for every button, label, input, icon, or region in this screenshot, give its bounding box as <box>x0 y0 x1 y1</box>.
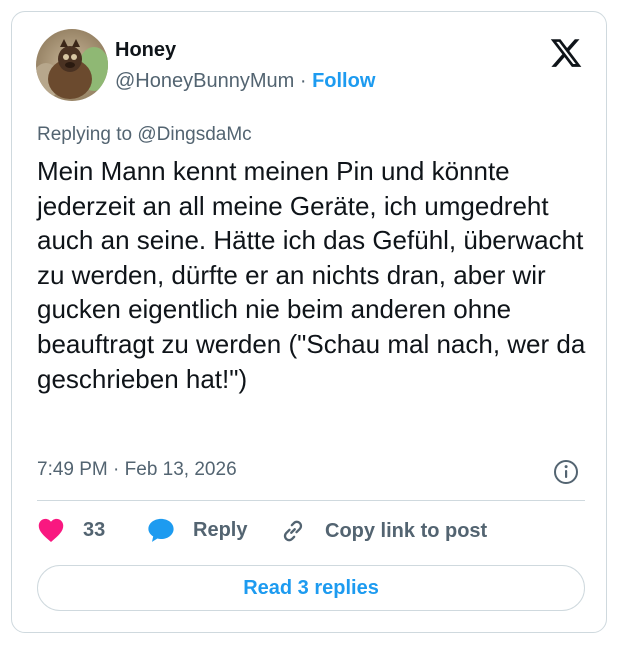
reply-label: Reply <box>193 518 248 541</box>
tweet-card: Honey @HoneyBunnyMum · Follow Replying t… <box>11 11 607 633</box>
reply-button[interactable]: Reply <box>147 517 247 543</box>
link-icon <box>283 520 303 542</box>
tweet-time: 7:49 PM <box>37 459 108 480</box>
replying-to: Replying to @DingsdaMc <box>37 124 252 146</box>
like-button[interactable]: 33 <box>37 517 105 543</box>
x-logo-icon[interactable] <box>549 36 583 70</box>
action-bar: 33 Reply Copy link to post <box>37 517 585 547</box>
follow-button[interactable]: Follow <box>312 70 375 92</box>
avatar[interactable] <box>36 29 108 101</box>
tweet-date: Feb 13, 2026 <box>124 459 237 480</box>
like-count: 33 <box>83 518 106 541</box>
replying-target-link[interactable]: @DingsdaMc <box>137 124 251 145</box>
copy-link-label: Copy link to post <box>325 519 488 542</box>
info-icon[interactable] <box>553 459 579 485</box>
author-name[interactable]: Honey <box>115 39 176 62</box>
read-replies-button[interactable]: Read 3 replies <box>37 565 585 611</box>
timestamp-separator: · <box>107 459 125 480</box>
copy-link-button[interactable]: Copy link to post <box>279 517 487 545</box>
replying-prefix: Replying to <box>37 124 138 145</box>
speech-bubble-icon <box>148 518 174 542</box>
heart-icon <box>38 518 64 543</box>
tweet-text: Mein Mann kennt meinen Pin und könnte je… <box>37 156 586 394</box>
divider <box>37 500 585 501</box>
tweet-timestamp[interactable]: 7:49 PM · Feb 13, 2026 <box>37 459 237 481</box>
author-handle[interactable]: @HoneyBunnyMum <box>115 70 294 92</box>
read-replies-label: Read 3 replies <box>243 576 379 599</box>
avatar-image <box>36 29 108 101</box>
handle-separator: · <box>294 70 313 92</box>
author-handle-row: @HoneyBunnyMum · Follow <box>115 70 375 93</box>
